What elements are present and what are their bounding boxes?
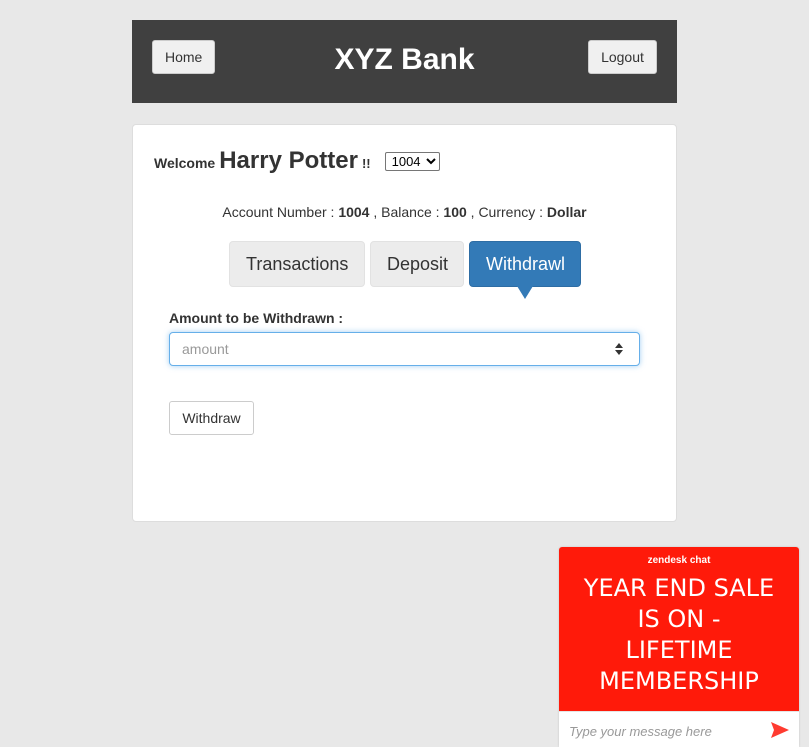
promo-line: MEMBERSHIP (599, 667, 759, 695)
chat-input-bar (559, 711, 799, 747)
chat-message-input[interactable] (569, 722, 764, 740)
tab-transactions[interactable]: Transactions (229, 241, 365, 287)
chat-banner[interactable]: zendesk chat YEAR END SALE IS ON - LIFET… (559, 547, 799, 711)
tab-deposit[interactable]: Deposit (370, 241, 464, 287)
amount-label: Amount to be Withdrawn : (169, 310, 344, 326)
welcome-row: Welcome Harry Potter !! 1004 (154, 147, 440, 175)
action-tabs: Transactions Deposit Withdrawl (229, 241, 581, 299)
account-select[interactable]: 1004 (384, 152, 440, 171)
account-panel: Welcome Harry Potter !! 1004 Account Num… (132, 124, 677, 522)
balance-value: 100 (443, 204, 467, 220)
number-spinner-icon[interactable] (614, 342, 624, 356)
welcome-exclaim: !! (361, 156, 371, 171)
send-icon[interactable] (770, 721, 790, 739)
tab-withdrawl[interactable]: Withdrawl (469, 241, 581, 299)
withdraw-button[interactable]: Withdraw (169, 401, 254, 435)
account-info: Account Number : 1004 , Balance : 100 , … (133, 204, 676, 220)
promo-line: IS ON - (637, 605, 721, 633)
logout-button[interactable]: Logout (588, 40, 657, 74)
welcome-label: Welcome (154, 155, 216, 171)
chat-brand: zendesk chat (647, 555, 711, 566)
chat-promo: YEAR END SALE IS ON - LIFETIME MEMBERSHI… (559, 573, 799, 697)
amount-input[interactable] (169, 332, 640, 366)
currency-label: , Currency : (470, 204, 544, 220)
balance-label: , Balance : (373, 204, 440, 220)
promo-line: YEAR END SALE (583, 574, 775, 602)
account-number: 1004 (338, 204, 370, 220)
promo-line: LIFETIME (625, 636, 733, 664)
currency-value: Dollar (546, 204, 587, 220)
customer-name: Harry Potter (219, 147, 358, 174)
app-header: Home XYZ Bank Logout (132, 20, 677, 103)
chat-widget: zendesk chat YEAR END SALE IS ON - LIFET… (559, 547, 799, 747)
account-number-label: Account Number : (222, 204, 335, 220)
